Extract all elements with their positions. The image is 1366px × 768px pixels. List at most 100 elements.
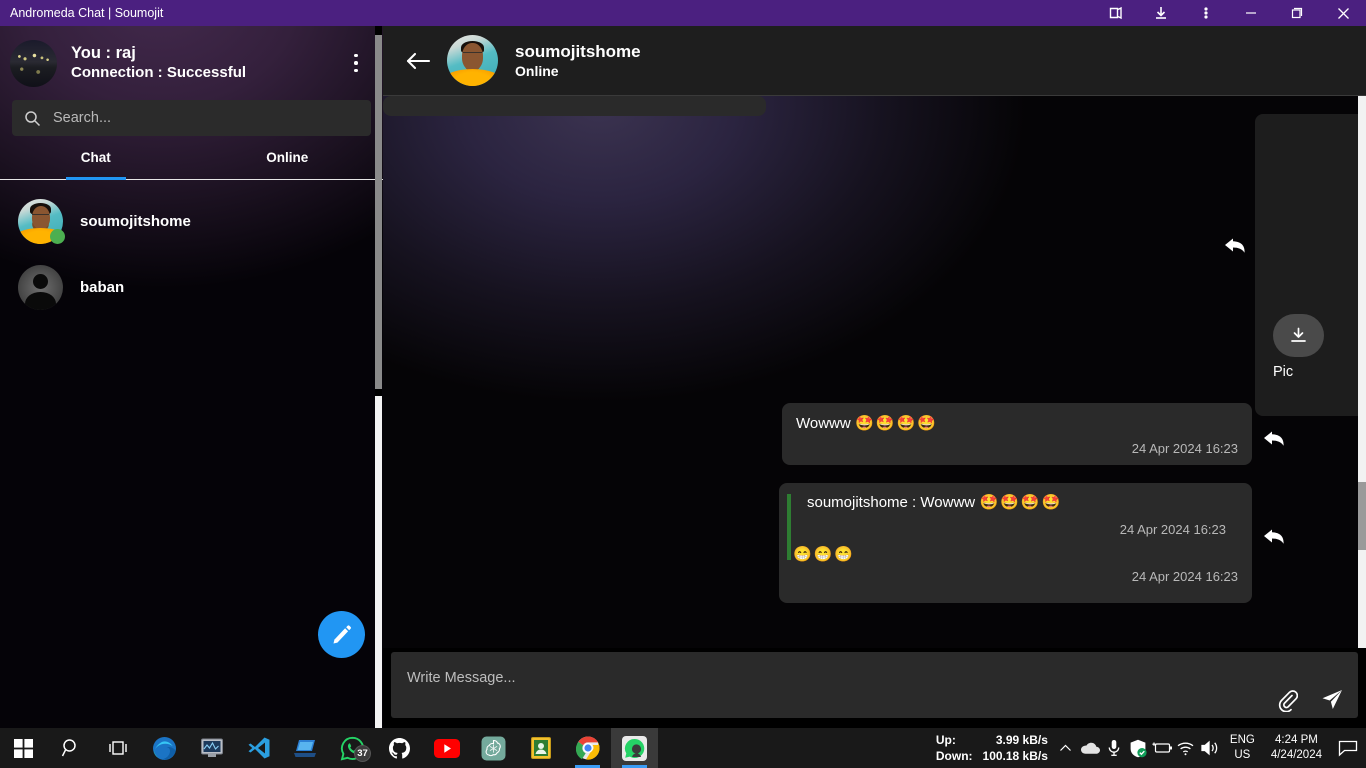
chat-contact-name: soumojitshome xyxy=(515,41,641,62)
minimize-icon[interactable] xyxy=(1228,0,1274,26)
tab-chat[interactable]: Chat xyxy=(0,150,192,179)
message-text-row: Wowww 🤩🤩🤩🤩 xyxy=(796,414,1238,433)
vs-code-icon[interactable] xyxy=(235,728,282,768)
send-icon xyxy=(1320,688,1344,712)
quoted-content: soumojitshome : Wowww 🤩🤩🤩🤩 24 Apr 2024 1… xyxy=(793,493,1238,537)
avatar xyxy=(18,265,63,310)
message-bubble-image[interactable]: Pic 24 Apr 2024 16:23 ✓✓ xyxy=(1255,114,1366,416)
contact-avatar-placeholder xyxy=(18,265,63,310)
windows-taskbar: 37 xyxy=(0,728,1366,768)
message-bubble-partial xyxy=(383,96,766,116)
search-input[interactable] xyxy=(53,110,359,126)
reply-arrow-glyph xyxy=(1222,234,1250,260)
split-screen-icon[interactable] xyxy=(1093,0,1138,26)
youtube-icon[interactable] xyxy=(423,728,470,768)
search-area xyxy=(0,100,383,136)
message-text: Wowww xyxy=(796,415,851,432)
app-window: You : raj Connection : Successful Chat xyxy=(0,26,1366,728)
chat-contact-avatar[interactable] xyxy=(447,35,498,86)
sidebar-header: You : raj Connection : Successful xyxy=(0,26,383,100)
task-view-icon[interactable] xyxy=(94,728,141,768)
network-speed-indicator[interactable]: Up: Down: 3.99 kB/s 100.18 kB/s xyxy=(936,732,1048,764)
chat-pane: soumojitshome Online xyxy=(383,26,1366,728)
battery-charging-icon[interactable] xyxy=(1150,728,1174,768)
quoted-timestamp: 24 Apr 2024 16:23 xyxy=(807,522,1238,537)
language-indicator[interactable]: ENG US xyxy=(1222,733,1263,763)
sidebar-scrollbar-thumb[interactable] xyxy=(375,35,382,389)
action-center-icon[interactable] xyxy=(1330,728,1366,768)
andromeda-chat-icon[interactable] xyxy=(611,728,658,768)
download-attachment-button[interactable] xyxy=(1273,314,1324,357)
browser-menu-icon[interactable] xyxy=(1183,0,1228,26)
avatar-head xyxy=(33,274,48,289)
download-icon[interactable] xyxy=(1138,0,1183,26)
reply-icon[interactable] xyxy=(1261,427,1291,455)
search-icon[interactable] xyxy=(47,728,94,768)
download-speed: 100.18 kB/s xyxy=(983,748,1048,764)
reply-icon[interactable] xyxy=(1261,525,1291,553)
search-box[interactable] xyxy=(12,100,371,136)
quoted-text: soumojitshome : Wowww xyxy=(807,494,975,511)
network-values: 3.99 kB/s 100.18 kB/s xyxy=(983,732,1048,764)
reply-arrow-glyph xyxy=(1261,427,1289,453)
user-avatar[interactable] xyxy=(10,40,57,87)
microsoft-edge-icon[interactable] xyxy=(141,728,188,768)
sidebar: You : raj Connection : Successful Chat xyxy=(0,26,383,728)
chat-contact-status: Online xyxy=(515,62,641,81)
compose-new-chat-button[interactable] xyxy=(318,611,365,658)
onedrive-cloud-icon[interactable] xyxy=(1078,728,1102,768)
kebab-dot xyxy=(354,69,358,73)
microphone-icon[interactable] xyxy=(1102,728,1126,768)
chat-scrollbar[interactable] xyxy=(1358,96,1366,648)
contacts-icon[interactable] xyxy=(517,728,564,768)
google-chrome-icon[interactable] xyxy=(564,728,611,768)
monitor-app-icon[interactable] xyxy=(188,728,235,768)
github-icon[interactable] xyxy=(376,728,423,768)
close-icon[interactable] xyxy=(1320,0,1366,26)
back-arrow-icon[interactable] xyxy=(401,44,435,78)
upload-label: Up: xyxy=(936,732,973,748)
windows-start-icon[interactable] xyxy=(0,728,47,768)
reply-icon[interactable] xyxy=(1222,234,1252,262)
message-timestamp: 24 Apr 2024 16:23 xyxy=(793,569,1238,584)
list-item[interactable]: baban xyxy=(0,254,383,320)
wifi-icon[interactable] xyxy=(1174,728,1198,768)
send-message-button[interactable] xyxy=(1320,688,1344,717)
message-bubble-text[interactable]: Wowww 🤩🤩🤩🤩 24 Apr 2024 16:23 xyxy=(782,403,1252,465)
quoted-emojis: 🤩🤩🤩🤩 xyxy=(980,494,1063,511)
whatsapp-icon[interactable]: 37 xyxy=(329,728,376,768)
chatgpt-icon[interactable] xyxy=(470,728,517,768)
attachment-caption: Pic xyxy=(1273,364,1293,380)
kebab-dot xyxy=(354,54,358,58)
taskbar-clock[interactable]: 4:24 PM 4/24/2024 xyxy=(1263,733,1330,763)
tab-online-label: Online xyxy=(266,150,308,173)
avatar-shirt xyxy=(447,69,498,86)
maximize-icon[interactable] xyxy=(1274,0,1320,26)
download-label: Down: xyxy=(936,748,973,764)
sidebar-menu-icon[interactable] xyxy=(343,45,369,81)
chat-scrollbar-thumb[interactable] xyxy=(1358,482,1366,550)
tab-online[interactable]: Online xyxy=(192,150,384,179)
message-bubble-quoted[interactable]: soumojitshome : Wowww 🤩🤩🤩🤩 24 Apr 2024 1… xyxy=(779,483,1252,603)
show-hidden-icons-chevron-icon[interactable] xyxy=(1054,728,1078,768)
chat-header: soumojitshome Online xyxy=(383,26,1366,96)
message-input[interactable] xyxy=(407,670,1227,686)
sidebar-scrollbar-track-lower[interactable] xyxy=(375,396,382,728)
attach-file-button[interactable] xyxy=(1276,688,1298,717)
upload-speed: 3.99 kB/s xyxy=(983,732,1048,748)
language-line-2: US xyxy=(1230,748,1255,763)
avatar-head xyxy=(462,43,482,70)
composer-input-wrap[interactable] xyxy=(391,652,1358,718)
quoted-text-row: soumojitshome : Wowww 🤩🤩🤩🤩 xyxy=(807,493,1238,512)
contact-name: soumojitshome xyxy=(80,213,191,230)
message-emojis: 😁😁😁 xyxy=(793,545,1238,563)
list-item[interactable]: soumojitshome xyxy=(0,188,383,254)
message-list[interactable]: Pic 24 Apr 2024 16:23 ✓✓ Wowww 🤩🤩🤩🤩 24 A… xyxy=(383,96,1366,648)
volume-icon[interactable] xyxy=(1198,728,1222,768)
download-icon xyxy=(1289,326,1308,345)
remote-desktop-icon[interactable] xyxy=(282,728,329,768)
windows-security-shield-icon[interactable] xyxy=(1126,728,1150,768)
paperclip-icon xyxy=(1276,688,1298,712)
avatar xyxy=(18,199,63,244)
contact-list: soumojitshome baban xyxy=(0,180,383,320)
